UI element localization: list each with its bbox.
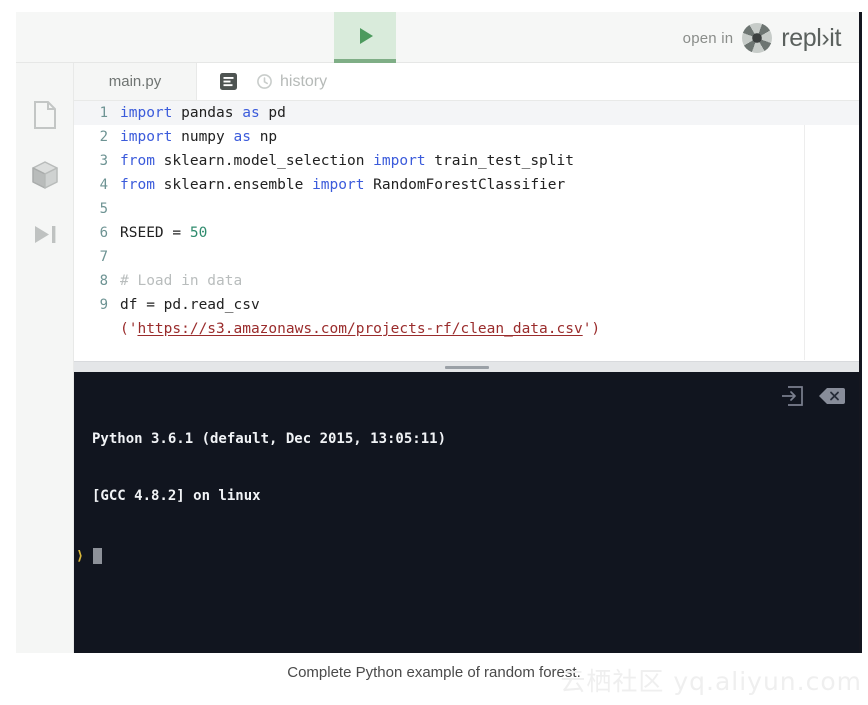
code-token: train_test_split	[425, 153, 574, 169]
console-line-1: Python 3.6.1 (default, Dec 2015, 13:05:1…	[92, 431, 447, 447]
code-editor[interactable]: 1 import pandas as pd 2 import numpy as np 3…	[74, 101, 859, 360]
code-token: import	[312, 177, 365, 193]
sidebar-item-debugger[interactable]	[16, 205, 74, 265]
line-number: 1	[99, 105, 108, 121]
code-line: 1 import pandas as pd	[74, 101, 859, 125]
code-token: sklearn.ensemble	[154, 177, 313, 193]
code-line: 4 from sklearn.ensemble import RandomFore…	[74, 173, 859, 197]
line-number: 6	[99, 225, 108, 241]
play-to-end-icon	[35, 226, 56, 243]
clock-rewind-icon	[257, 74, 272, 89]
tab-main-py[interactable]: main.py	[74, 63, 197, 100]
line-number: 8	[99, 273, 108, 289]
screenshot-root: open in repl›it main.py history 1 import…	[0, 0, 868, 705]
code-token: as	[233, 129, 251, 145]
code-text: ('https://s3.amazonaws.com/projects-rf/c…	[120, 317, 600, 341]
open-in-pane-icon[interactable]	[781, 386, 803, 406]
history-label: history	[280, 72, 328, 90]
code-text: import numpy as np	[120, 125, 277, 149]
replit-wordmark: repl›it	[781, 23, 841, 52]
prompt-chevron-icon: ⟩	[76, 548, 84, 564]
code-line: 5	[74, 197, 859, 221]
console-line-2: [GCC 4.8.2] on linux	[92, 488, 261, 504]
play-icon	[360, 27, 373, 44]
code-token: pandas	[172, 105, 243, 121]
code-token: import	[120, 105, 173, 121]
code-token: df = pd.read_csv	[120, 297, 260, 313]
splitter-grip[interactable]	[444, 366, 489, 369]
code-line: ('https://s3.amazonaws.com/projects-rf/c…	[74, 317, 859, 341]
document-lines-icon[interactable]	[219, 72, 238, 91]
code-text: from sklearn.ensemble import RandomFores…	[120, 173, 565, 197]
replit-embed-frame: open in repl›it main.py history 1 import…	[16, 12, 862, 653]
editor-tabbar: main.py history	[74, 63, 859, 101]
code-token: from	[120, 153, 155, 169]
code-token: as	[242, 105, 260, 121]
code-token: 50	[189, 225, 208, 241]
replit-logo-icon	[742, 23, 773, 53]
open-in-label: open in	[682, 29, 734, 47]
package-box-icon	[32, 161, 58, 189]
code-token: RandomForestClassifier	[364, 177, 566, 193]
code-text: # Load in data	[120, 269, 242, 293]
line-number: 2	[99, 129, 108, 145]
file-icon	[34, 100, 56, 129]
code-line: 2 import numpy as np	[74, 125, 859, 149]
code-line: 6 RSEED = 50	[74, 221, 859, 245]
tab-label: main.py	[108, 73, 162, 90]
console-output: Python 3.6.1 (default, Dec 2015, 13:05:1…	[74, 372, 859, 544]
code-token: import	[373, 153, 426, 169]
console-text-cursor	[92, 548, 102, 564]
code-line: 9 df = pd.read_csv	[74, 293, 859, 317]
code-token: ('	[120, 321, 138, 337]
code-token: ')	[582, 321, 601, 337]
code-token: pd	[259, 105, 286, 121]
console-prompt-line[interactable]: ⟩	[74, 548, 859, 564]
line-number: 4	[99, 177, 108, 193]
line-number: 3	[99, 153, 108, 169]
code-token: from	[120, 177, 155, 193]
code-token: import	[120, 129, 173, 145]
watermark: 云栖社区 yq.aliyun.com	[560, 667, 862, 696]
history-button[interactable]: history	[256, 73, 327, 91]
backspace-clear-icon[interactable]	[819, 387, 845, 405]
left-icon-rail	[16, 63, 74, 653]
code-text: RSEED = 50	[120, 221, 207, 245]
code-line: 7	[74, 245, 859, 269]
editor-tab-tools: history	[197, 63, 859, 100]
code-token: RSEED =	[120, 225, 190, 241]
code-text: from sklearn.model_selection import trai…	[120, 149, 574, 173]
sidebar-item-packages[interactable]	[16, 145, 74, 205]
code-token: # Load in data	[120, 273, 243, 289]
console-toolbar	[781, 386, 845, 406]
code-lines: 1 import pandas as pd 2 import numpy as np 3…	[74, 101, 859, 341]
run-button[interactable]	[334, 12, 396, 63]
embed-header: open in repl›it	[16, 12, 859, 63]
code-text: df = pd.read_csv	[120, 293, 260, 317]
console-pane[interactable]: Python 3.6.1 (default, Dec 2015, 13:05:1…	[74, 372, 859, 653]
sidebar-item-files[interactable]	[16, 85, 74, 145]
open-in-replit-link[interactable]: open in repl›it	[683, 23, 841, 53]
line-number: 7	[99, 249, 108, 265]
code-text: import pandas as pd	[120, 101, 286, 125]
line-number: 9	[99, 297, 108, 313]
code-line: 8 # Load in data	[74, 269, 859, 293]
code-token: sklearn.model_selection	[154, 153, 374, 169]
editor-pane: main.py history 1 import pandas as pd 2 …	[74, 63, 859, 361]
code-token: np	[250, 129, 278, 145]
code-line: 3 from sklearn.model_selection import tra…	[74, 149, 859, 173]
code-token: numpy	[172, 129, 234, 145]
code-url-token[interactable]: https://s3.amazonaws.com/projects-rf/cle…	[137, 321, 582, 337]
line-number: 5	[99, 201, 108, 217]
